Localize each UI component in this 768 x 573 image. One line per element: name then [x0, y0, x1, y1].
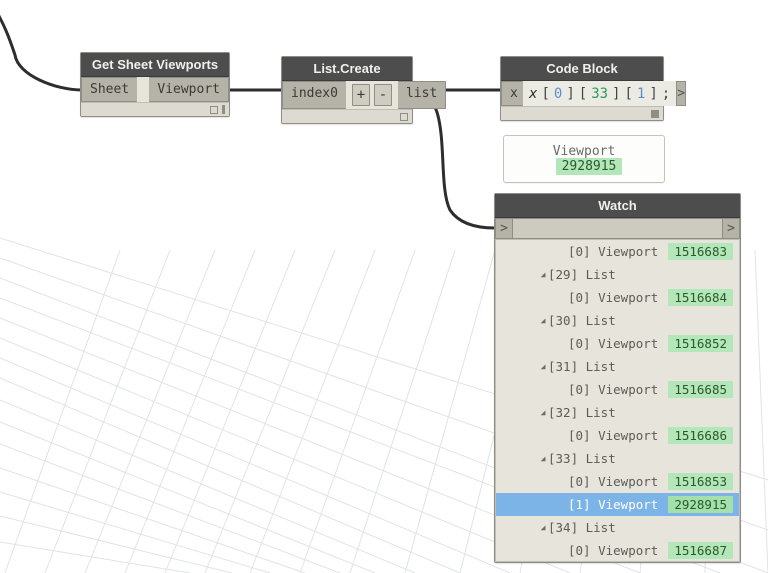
expand-icon[interactable]: ◢: [538, 523, 548, 532]
node-title: Get Sheet Viewports: [81, 53, 229, 77]
watch-filter-input[interactable]: [513, 218, 722, 239]
watch-item-id: 1516685: [668, 381, 733, 398]
watch-item-label: [0] Viewport: [568, 543, 658, 558]
watch-item-label: [1] Viewport: [568, 497, 658, 512]
port-sheet-input[interactable]: Sheet: [81, 77, 137, 102]
watch-list-group-label: [33] List: [548, 451, 616, 466]
watch-list-item[interactable]: [0] Viewport 1516852: [496, 332, 739, 355]
watch-item-id: 1516684: [668, 289, 733, 306]
watch-item-label: [0] Viewport: [568, 336, 658, 351]
port-code-output[interactable]: >: [676, 81, 686, 106]
watch-list[interactable]: [0] Viewport1516683◢ [29] List[0] Viewpo…: [495, 240, 740, 562]
node-status-bar: [282, 109, 412, 123]
watch-list-item[interactable]: [0] Viewport 1516686: [496, 424, 739, 447]
remove-input-button[interactable]: -: [374, 84, 392, 106]
code-block-node[interactable]: Code Block x x[0][33][1]; >: [500, 56, 664, 121]
watch-item-label: [0] Viewport: [568, 428, 658, 443]
expand-icon[interactable]: ◢: [538, 362, 548, 371]
node-title: List.Create: [282, 57, 412, 81]
watch-item-label: [0] Viewport: [568, 244, 658, 259]
watch-list-group[interactable]: ◢ [33] List: [496, 447, 739, 470]
preview-bubble: Viewport 2928915: [503, 135, 665, 183]
node-status-bar: [501, 106, 663, 120]
watch-list-group-label: [32] List: [548, 405, 616, 420]
port-index0-input[interactable]: index0: [282, 81, 346, 109]
watch-list-group[interactable]: ◢ [31] List: [496, 355, 739, 378]
expand-icon[interactable]: ◢: [538, 316, 548, 325]
port-watch-input[interactable]: >: [495, 218, 513, 239]
watch-item-id: 1516852: [668, 335, 733, 352]
add-input-button[interactable]: +: [352, 84, 370, 106]
watch-item-id: 2928915: [668, 496, 733, 513]
expand-icon[interactable]: ◢: [538, 408, 548, 417]
watch-list-group[interactable]: ◢ [32] List: [496, 401, 739, 424]
watch-list-item[interactable]: [0] Viewport 1516683: [496, 240, 739, 263]
port-list-output[interactable]: list: [398, 81, 446, 109]
node-title: Watch: [495, 194, 740, 218]
watch-item-id: 1516853: [668, 473, 733, 490]
watch-list-item[interactable]: [0] Viewport 1516685: [496, 378, 739, 401]
watch-item-id: 1516683: [668, 243, 733, 260]
watch-list-group[interactable]: ◢ [29] List: [496, 263, 739, 286]
expand-icon[interactable]: ◢: [538, 270, 548, 279]
watch-item-label: [0] Viewport: [568, 382, 658, 397]
watch-list-group-label: [34] List: [548, 520, 616, 535]
port-x-input[interactable]: x: [501, 81, 523, 106]
code-block-editor[interactable]: x[0][33][1];: [523, 81, 676, 106]
node-title: Code Block: [501, 57, 663, 81]
expand-icon[interactable]: ◢: [538, 454, 548, 463]
watch-list-item[interactable]: [1] Viewport 2928915: [496, 493, 739, 516]
watch-item-label: [0] Viewport: [568, 474, 658, 489]
preview-label: Viewport: [553, 144, 616, 159]
port-watch-output[interactable]: >: [722, 218, 740, 239]
watch-item-label: [0] Viewport: [568, 290, 658, 305]
list-create-node[interactable]: List.Create index0 + - list: [281, 56, 413, 124]
watch-item-id: 1516687: [668, 542, 733, 559]
watch-list-group-label: [30] List: [548, 313, 616, 328]
watch-list-group[interactable]: ◢ [30] List: [496, 309, 739, 332]
watch-item-id: 1516686: [668, 427, 733, 444]
preview-value: 2928915: [556, 158, 623, 175]
watch-node[interactable]: Watch > > [0] Viewport 1516683 ◢ [29] List…: [494, 193, 741, 563]
watch-list-group[interactable]: ◢ [34] List: [496, 516, 739, 539]
get-sheet-viewports-node[interactable]: Get Sheet Viewports Sheet Viewport: [80, 52, 230, 117]
port-viewport-output[interactable]: Viewport: [149, 77, 229, 102]
watch-list-item[interactable]: [0] Viewport 1516853: [496, 470, 739, 493]
watch-list-item[interactable]: [0] Viewport 1516684: [496, 286, 739, 309]
watch-list-group-label: [31] List: [548, 359, 616, 374]
watch-list-group-label: [29] List: [548, 267, 616, 282]
node-status-bar: [81, 102, 229, 116]
watch-list-item[interactable]: [0] Viewport 1516687: [496, 539, 739, 562]
